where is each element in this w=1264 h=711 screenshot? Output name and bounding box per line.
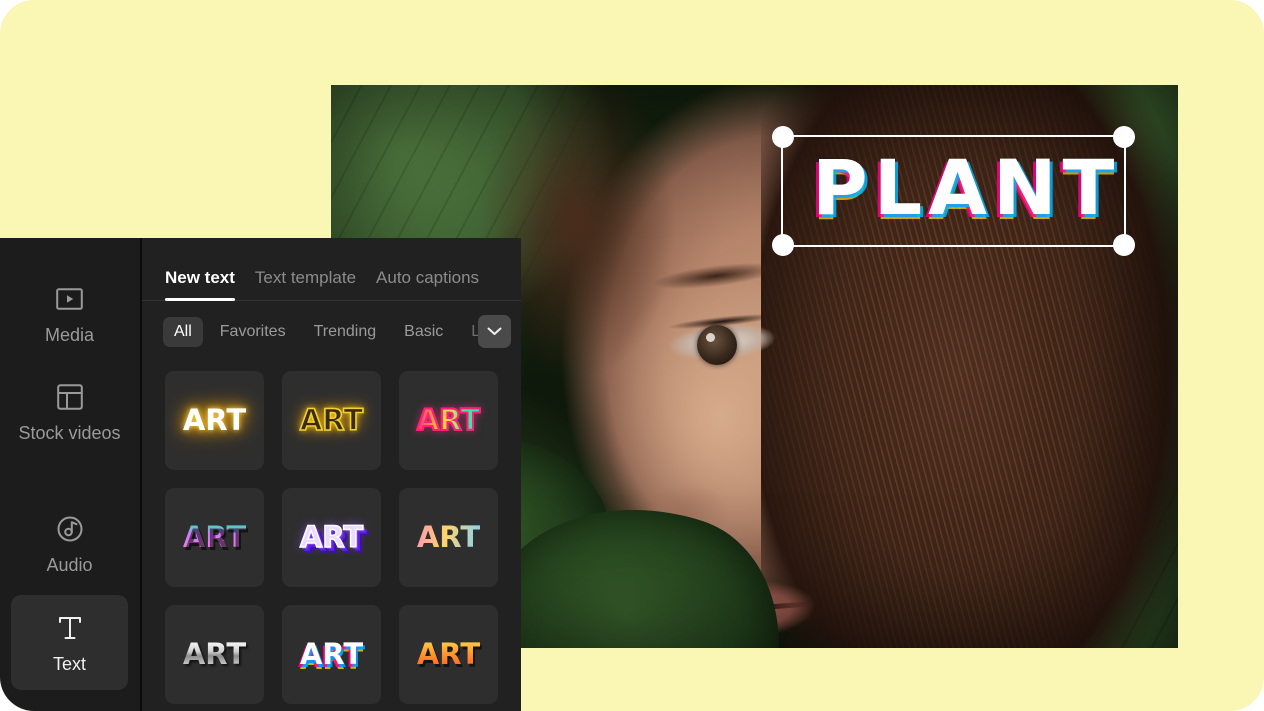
text-style-orange-gradient[interactable]: ART [399,605,498,704]
tab-text-template[interactable]: Text template [255,268,356,300]
style-preview-label: ART [416,637,481,671]
style-preview-label: ART [416,403,481,437]
text-style-purple-3d-extrude[interactable]: ART [282,488,381,587]
style-preview-label: ART [416,520,481,554]
text-style-silver-chrome[interactable]: ART [165,605,264,704]
text-style-pink-cyan-drip[interactable]: ART [165,488,264,587]
sidebar-item-label: Text [52,654,86,675]
text-t-icon [55,613,85,643]
text-style-pastel-gradient[interactable]: ART [399,488,498,587]
audio-disc-icon [55,514,85,544]
text-style-grid: ART ART ART ART ART ART ART ART ART [142,347,521,704]
text-style-cmyk-glitch[interactable]: ART [282,605,381,704]
style-preview-label: ART [299,520,364,554]
sidebar-item-text[interactable]: Text [11,595,128,690]
style-preview-label: ART [299,403,364,437]
filter-pill-favorites[interactable]: Favorites [209,317,297,347]
resize-handle-top-right[interactable] [1113,126,1135,148]
resize-handle-bottom-right[interactable] [1113,234,1135,256]
chevron-down-icon [487,327,502,336]
panel-tabs: New text Text template Auto captions [142,238,521,301]
sidebar-item-audio[interactable]: Audio [11,500,128,587]
sidebar-item-label: Audio [46,555,93,575]
media-play-frame-icon [55,284,85,314]
text-selection-box[interactable] [772,126,1135,256]
text-panel: New text Text template Auto captions All… [140,238,521,711]
text-style-rainbow-outline[interactable]: ART [399,371,498,470]
resize-handle-bottom-left[interactable] [772,234,794,256]
filter-pill-row: All Favorites Trending Basic Lux [142,301,521,348]
filter-pill-all[interactable]: All [163,317,203,347]
tab-new-text[interactable]: New text [165,268,235,301]
stock-videos-layout-icon [55,382,85,412]
style-preview-label: ART [182,520,247,554]
tab-auto-captions[interactable]: Auto captions [376,268,479,300]
sidebar-item-label: Media [44,325,95,345]
resize-handle-top-left[interactable] [772,126,794,148]
filter-more-button[interactable] [478,315,511,348]
text-style-white-glow[interactable]: ART [165,371,264,470]
filter-pill-basic[interactable]: Basic [393,317,454,347]
style-preview-label: ART [182,403,247,437]
sidebar-item-stock-videos[interactable]: Stock videos [11,368,128,455]
left-sidebar: Media Stock videos Audio Text [0,238,140,711]
style-preview-label: ART [299,637,364,671]
style-preview-label: ART [182,637,247,671]
sidebar-item-label: Stock videos [18,423,121,443]
filter-pill-trending[interactable]: Trending [303,317,388,347]
sidebar-item-media[interactable]: Media [11,270,128,357]
app-root: PLANT Media Stock videos Audio Text New … [0,0,1264,711]
text-style-yellow-neon-outline[interactable]: ART [282,371,381,470]
